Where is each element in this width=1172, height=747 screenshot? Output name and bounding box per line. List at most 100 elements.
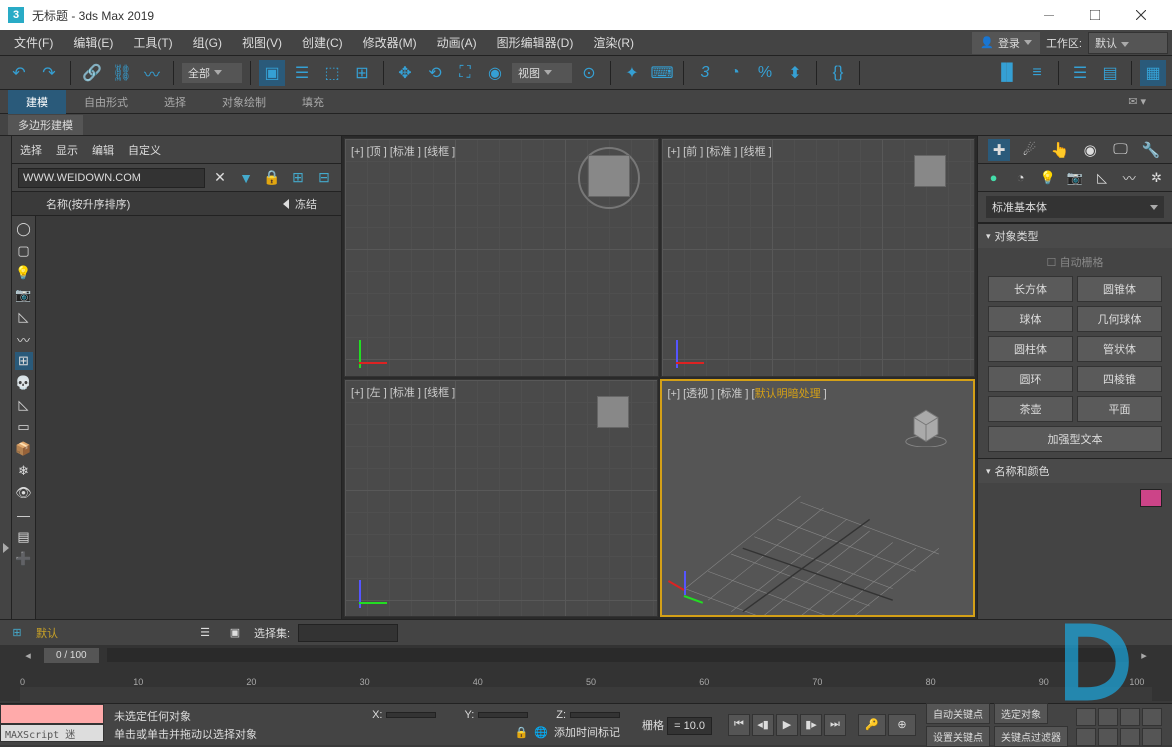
named-sel-button[interactable]: {} [825, 60, 851, 86]
filter-bone-icon[interactable]: 💀 [15, 374, 33, 392]
menu-render[interactable]: 渲染(R) [583, 30, 644, 55]
maxscript-input[interactable]: MAXScript 迷 [0, 724, 104, 742]
hierarchy-tab[interactable]: 👆 [1049, 139, 1071, 161]
rollout-head[interactable]: 名称和颜色 [978, 459, 1172, 483]
autokey-button[interactable]: 自动关键点 [926, 703, 990, 724]
viewport-left[interactable]: [+] [左 ] [标准 ] [线框 ] [344, 379, 658, 618]
scale-button[interactable]: ⛶ [452, 60, 478, 86]
viewport-perspective[interactable]: [+] [透视 ] [标准 ] [默认明暗处理 ] [660, 379, 976, 618]
rotate-button[interactable]: ⟲ [422, 60, 448, 86]
globe-icon[interactable]: 🌐 [534, 726, 548, 739]
menu-edit[interactable]: 编辑(E) [63, 30, 123, 55]
lock-icon[interactable]: 🔒 [261, 167, 283, 189]
goto-start[interactable]: ⏮ [728, 714, 750, 736]
x-field[interactable] [386, 712, 436, 718]
system-icon[interactable]: ✲ [1147, 168, 1166, 188]
time-track[interactable] [107, 648, 1128, 662]
filter-button[interactable]: ▼ [235, 167, 257, 189]
viewport-top[interactable]: [+] [顶 ] [标准 ] [线框 ] [344, 138, 659, 377]
menu-animation[interactable]: 动画(A) [427, 30, 487, 55]
menu-tools[interactable]: 工具(T) [123, 30, 182, 55]
curve-editor-button[interactable]: ▤ [1097, 60, 1123, 86]
light-icon[interactable]: 💡 [1038, 168, 1057, 188]
filter-all-icon[interactable]: ◯ [15, 220, 33, 238]
play[interactable]: ▶ [776, 714, 798, 736]
bind-button[interactable]: 〰 [139, 60, 165, 86]
zoom-all-button[interactable] [1098, 708, 1118, 726]
window-crossing-button[interactable]: ⊞ [349, 60, 375, 86]
selection-set-input[interactable] [298, 624, 398, 642]
layers-icon[interactable]: ☰ [194, 622, 216, 644]
viewport-front[interactable]: [+] [前 ] [标准 ] [线框 ] [661, 138, 976, 377]
modify-tab[interactable]: ☄ [1018, 139, 1040, 161]
angle-snap[interactable]: ◔ [722, 60, 748, 86]
redo-button[interactable]: ↷ [36, 60, 62, 86]
filter-space-icon[interactable]: 〰 [15, 330, 33, 348]
percent-snap[interactable]: % [752, 60, 778, 86]
minimize-button[interactable] [1026, 0, 1072, 30]
spinner-snap[interactable]: ⬍ [782, 60, 808, 86]
placement-button[interactable]: ◉ [482, 60, 508, 86]
explorer-list[interactable] [36, 216, 341, 619]
search-input[interactable] [18, 168, 205, 188]
torus-button[interactable]: 圆环 [988, 366, 1073, 392]
select-button[interactable]: ▣ [259, 60, 285, 86]
primitive-droplist[interactable]: 标准基本体 [978, 192, 1172, 223]
ribbon-toggle[interactable]: ▦ [1140, 60, 1166, 86]
viewcube[interactable] [903, 401, 949, 447]
mirror-button[interactable]: ▐▌ [994, 60, 1020, 86]
pyramid-button[interactable]: 四棱锥 [1077, 366, 1162, 392]
geosphere-button[interactable]: 几何球体 [1077, 306, 1162, 332]
goto-end[interactable]: ⏭ [824, 714, 846, 736]
filter-list-icon[interactable]: ▤ [15, 528, 33, 546]
unlink-button[interactable]: ⛓ [109, 60, 135, 86]
helper-icon[interactable]: ◺ [1093, 168, 1112, 188]
cylinder-button[interactable]: 圆柱体 [988, 336, 1073, 362]
undo-button[interactable]: ↶ [6, 60, 32, 86]
ref-coord-select[interactable]: 视图 [512, 63, 572, 83]
selection-filter[interactable]: 全部 [182, 63, 242, 83]
expand-icon[interactable] [3, 543, 9, 553]
filter-hidden-icon[interactable]: 👁 [15, 484, 33, 502]
box-button[interactable]: 长方体 [988, 276, 1073, 302]
y-field[interactable] [478, 712, 528, 718]
menu-group[interactable]: 组(G) [183, 30, 232, 55]
viewcube[interactable] [588, 155, 630, 197]
filter-group-icon[interactable]: ⊞ [15, 352, 33, 370]
filter-cam-icon[interactable]: 📷 [15, 286, 33, 304]
key-mode[interactable]: 🔑 [858, 714, 886, 736]
select-name-button[interactable]: ☰ [289, 60, 315, 86]
layer-button[interactable]: ☰ [1067, 60, 1093, 86]
maximize-button[interactable] [1072, 0, 1118, 30]
shape-icon[interactable]: ◔ [1011, 168, 1030, 188]
z-field[interactable] [570, 712, 620, 718]
filter-shape-icon[interactable]: ◺ [15, 396, 33, 414]
col-freeze[interactable]: 冻结 [295, 196, 317, 212]
next-frame[interactable]: ▮▸ [800, 714, 822, 736]
time-config[interactable]: ⊕ [888, 714, 916, 736]
ribbon-tab-freeform[interactable]: 自由形式 [66, 90, 146, 114]
select-rect-button[interactable]: ⬚ [319, 60, 345, 86]
manipulate-button[interactable]: ✦ [619, 60, 645, 86]
poly-modeling-button[interactable]: 多边形建模 [8, 115, 83, 135]
spacewarp-icon[interactable]: 〰 [1120, 168, 1139, 188]
view-a-button[interactable]: ⊞ [287, 167, 309, 189]
ribbon-tab-modeling[interactable]: 建模 [8, 90, 66, 114]
ribbon-tab-paint[interactable]: 对象绘制 [204, 90, 284, 114]
curve-area[interactable] [20, 687, 1152, 701]
geom-icon[interactable]: ● [984, 168, 1003, 188]
filter-ref-icon[interactable]: ▭ [15, 418, 33, 436]
viewcube[interactable] [597, 396, 629, 428]
tube-button[interactable]: 管状体 [1077, 336, 1162, 362]
display-tab[interactable]: 🖵 [1109, 139, 1131, 161]
menu-file[interactable]: 文件(F) [4, 30, 63, 55]
plane-button[interactable]: 平面 [1077, 396, 1162, 422]
snap-toggle[interactable]: 3 [692, 60, 718, 86]
exp-tab-edit[interactable]: 编辑 [92, 142, 114, 158]
viewport-layout-button[interactable]: ⊞ [6, 622, 28, 644]
clear-search-button[interactable]: ✕ [209, 167, 231, 189]
keyfilter-button[interactable]: 关键点过滤器 [994, 726, 1068, 747]
zoom-button[interactable] [1076, 708, 1096, 726]
dolly-button[interactable] [1120, 728, 1140, 746]
exp-tab-custom[interactable]: 自定义 [128, 142, 161, 158]
